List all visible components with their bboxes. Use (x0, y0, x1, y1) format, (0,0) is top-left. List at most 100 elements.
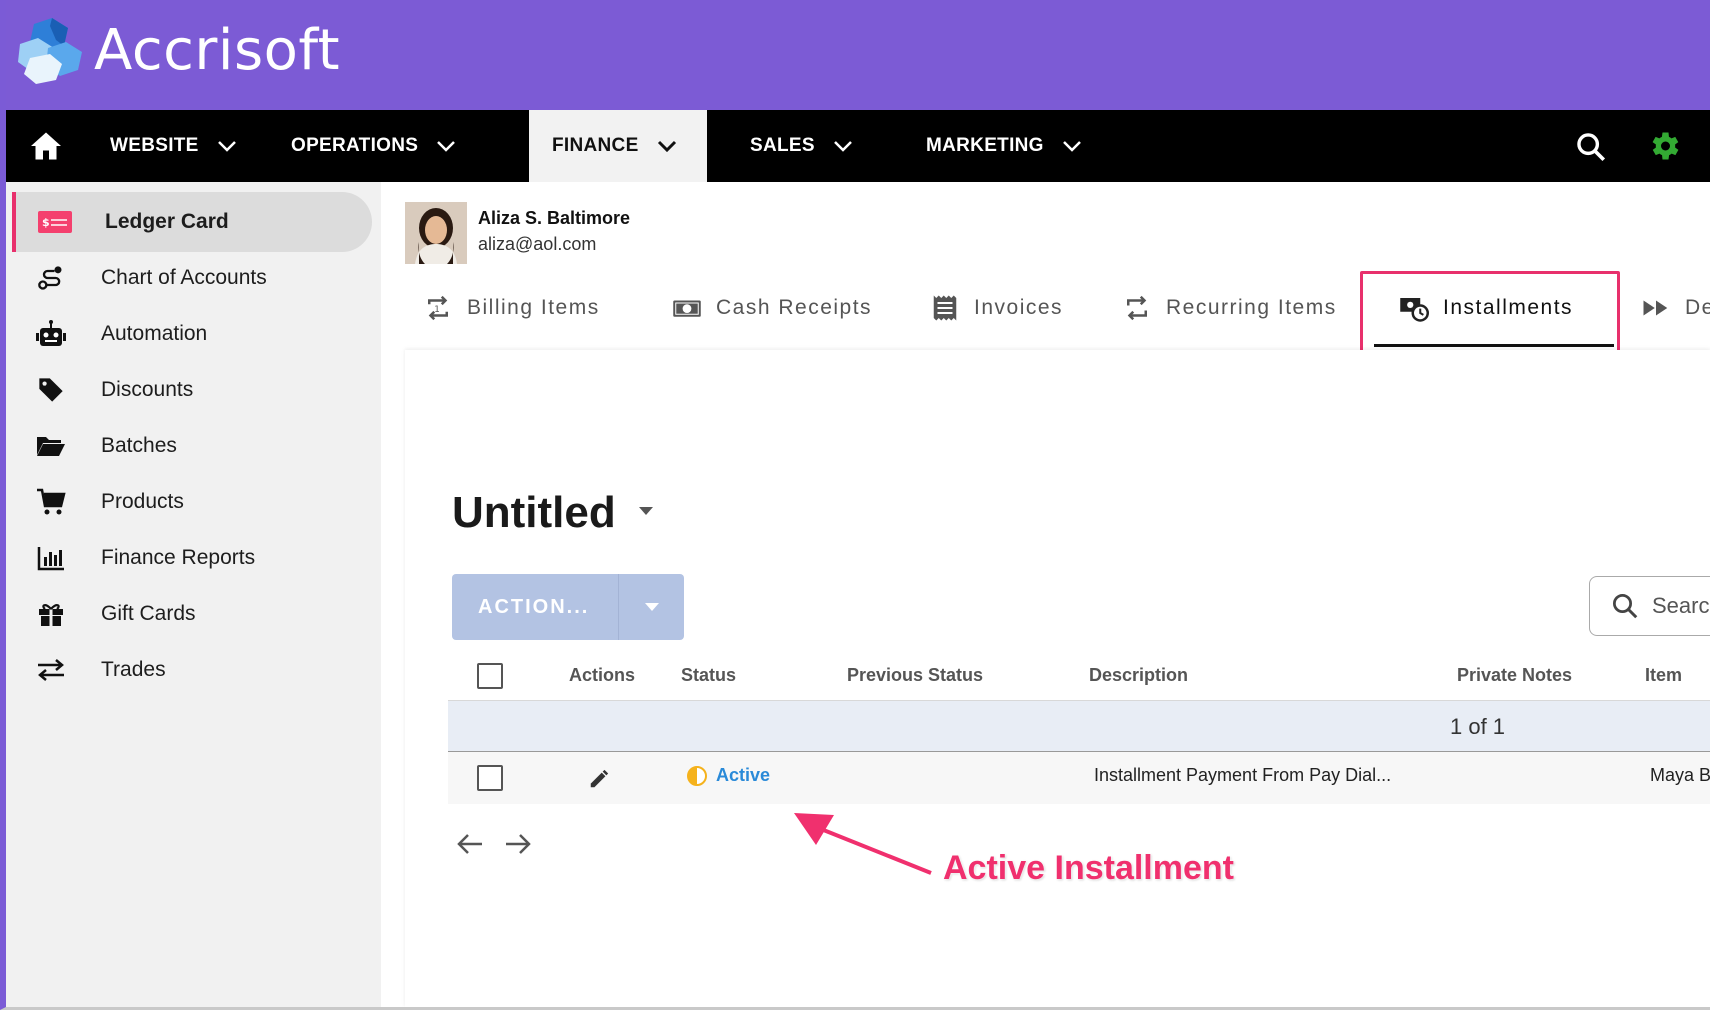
tab-label: De (1685, 296, 1710, 319)
sidebar-item-label: Batches (101, 434, 177, 457)
cell-item: Maya Ba (1650, 765, 1710, 785)
sidebar: $ Ledger Card Chart of Accounts Automati… (6, 182, 381, 1007)
tab-billing-items[interactable]: 1 Billing Items (423, 282, 600, 334)
nav-finance-label: FINANCE (552, 135, 639, 156)
nav-website[interactable]: WEBSITE (110, 110, 237, 182)
nav-operations-label: OPERATIONS (291, 135, 419, 156)
repeat-icon (1127, 295, 1147, 321)
nav-website-label: WEBSITE (110, 135, 199, 156)
status-badge: Active (716, 765, 771, 785)
select-all-checkbox[interactable] (477, 663, 503, 689)
action-button-divider (618, 574, 619, 640)
tab-invoices[interactable]: Invoices (930, 282, 1063, 334)
row-checkbox[interactable] (477, 765, 503, 791)
search-input[interactable]: Search (1589, 576, 1710, 636)
installments-highlight-box (1360, 271, 1620, 361)
sidebar-item-batches[interactable]: Batches (12, 416, 372, 476)
svg-text:$: $ (42, 216, 50, 229)
pager-text: 1 of 1 (1450, 714, 1506, 739)
sidebar-item-ledger-card[interactable]: $ Ledger Card (12, 192, 372, 252)
sidebar-item-label: Discounts (101, 378, 194, 401)
bar-chart-icon (34, 542, 68, 574)
ledger-card-icon: $ (38, 206, 72, 238)
user-email: aliza@aol.com (478, 234, 597, 254)
sidebar-item-discounts[interactable]: Discounts (12, 360, 372, 420)
app-frame: Accrisoft WEBSITE OPERATIONS FINANCE SAL… (0, 0, 1710, 1010)
tag-icon (34, 374, 68, 406)
search-icon (1613, 594, 1638, 619)
arrow-left-icon[interactable] (456, 832, 484, 856)
column-header-private-notes[interactable]: Private Notes (1457, 665, 1572, 686)
page-title[interactable]: Untitled (452, 488, 616, 538)
search-icon[interactable] (1574, 130, 1608, 164)
chevron-down-icon (437, 141, 456, 152)
search-placeholder: Search (1652, 593, 1710, 618)
cart-icon (34, 486, 68, 518)
sidebar-item-label: Products (101, 490, 184, 513)
tab-de[interactable]: De (1641, 282, 1710, 334)
pencil-icon[interactable] (588, 768, 610, 790)
sidebar-item-trades[interactable]: Trades (12, 640, 372, 700)
nav-operations[interactable]: OPERATIONS (291, 110, 456, 182)
sidebar-item-label: Gift Cards (101, 602, 196, 625)
caret-down-icon[interactable] (636, 505, 656, 517)
brand-bar: Accrisoft (6, 0, 1710, 110)
table-row[interactable] (448, 752, 1710, 804)
tab-cash-receipts[interactable]: Cash Receipts (672, 282, 872, 334)
chevron-down-icon (1062, 141, 1081, 152)
repeat-icon: 1 (428, 295, 448, 321)
brand-name: Accrisoft (94, 18, 341, 83)
action-button-label: ACTION... (478, 595, 590, 618)
user-name: Aliza S. Baltimore (478, 208, 631, 228)
column-header-actions[interactable]: Actions (569, 665, 635, 686)
status-half-circle-icon (687, 766, 707, 786)
cell-description: Installment Payment From Pay Dial... (1094, 765, 1392, 785)
tab-label: Recurring Items (1166, 296, 1337, 319)
fast-forward-icon (1643, 300, 1668, 316)
sidebar-item-finance-reports[interactable]: Finance Reports (12, 528, 372, 588)
arrow-right-icon[interactable] (504, 832, 532, 856)
caret-down-icon[interactable] (642, 601, 662, 613)
action-button[interactable]: ACTION... (452, 574, 684, 640)
sidebar-item-gift-cards[interactable]: Gift Cards (12, 584, 372, 644)
tab-label: Cash Receipts (716, 296, 873, 319)
gift-icon (34, 598, 68, 630)
logo-icon (18, 18, 82, 84)
swap-icon (34, 654, 68, 686)
avatar[interactable] (405, 202, 467, 264)
top-nav: WEBSITE OPERATIONS FINANCE SALES MARKETI… (6, 110, 1710, 182)
nav-marketing-label: MARKETING (926, 135, 1044, 156)
folder-open-icon (34, 430, 68, 462)
gear-icon[interactable] (1646, 128, 1682, 164)
column-header-previous-status[interactable]: Previous Status (847, 665, 983, 686)
column-header-description[interactable]: Description (1089, 665, 1188, 686)
robot-icon (34, 318, 68, 350)
sidebar-item-label: Ledger Card (105, 210, 229, 233)
nav-sales-label: SALES (750, 135, 815, 156)
nav-finance[interactable]: FINANCE (529, 110, 707, 182)
sidebar-item-chart-of-accounts[interactable]: Chart of Accounts (12, 248, 372, 308)
sidebar-item-label: Trades (101, 658, 166, 681)
cash-icon (673, 300, 701, 317)
nav-sales[interactable]: SALES (750, 110, 853, 182)
home-icon[interactable] (28, 128, 64, 164)
route-icon (34, 262, 68, 294)
receipt-icon (933, 295, 957, 321)
chevron-down-icon (217, 141, 236, 152)
sidebar-item-automation[interactable]: Automation (12, 304, 372, 364)
nav-marketing[interactable]: MARKETING (926, 110, 1082, 182)
chevron-down-icon (833, 141, 852, 152)
svg-text:1: 1 (434, 305, 441, 315)
column-header-status[interactable]: Status (681, 665, 736, 686)
tab-label: Invoices (974, 296, 1064, 319)
sidebar-item-label: Automation (101, 322, 208, 345)
pager-row (448, 700, 1710, 752)
annotation-label: Active Installment (943, 849, 1234, 887)
tab-recurring-items[interactable]: Recurring Items (1122, 282, 1337, 334)
sidebar-item-products[interactable]: Products (12, 472, 372, 532)
column-header-item[interactable]: Item (1645, 665, 1682, 686)
chevron-down-icon (657, 140, 676, 152)
tab-label: Billing Items (467, 296, 600, 319)
sidebar-item-label: Finance Reports (101, 546, 256, 569)
annotation-arrow (794, 813, 932, 875)
